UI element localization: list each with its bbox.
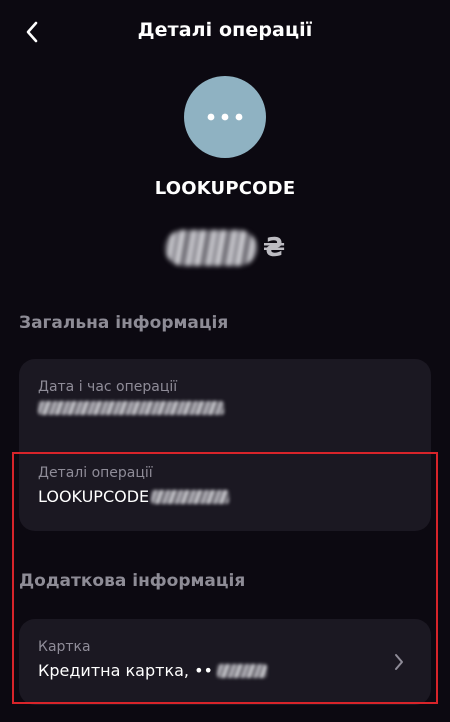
chevron-right-icon — [395, 654, 403, 670]
amount-row: ₴ — [0, 226, 450, 270]
date-field: Дата і час операції — [38, 379, 418, 415]
merchant-name: LOOKUPCODE — [154, 178, 296, 199]
merchant-avatar — [184, 76, 266, 158]
currency-sign: ₴ — [262, 233, 286, 263]
additional-info-heading: Додаткова інформація — [19, 571, 246, 591]
date-redacted — [38, 401, 224, 415]
transaction-details-screen: Деталі операції LOOKUPCODE ₴ Загальна ін… — [0, 0, 450, 722]
details-label: Деталі операції — [38, 465, 153, 481]
card-label: Картка — [38, 639, 91, 655]
page-title: Деталі операції — [137, 19, 313, 41]
date-label: Дата і час операції — [38, 379, 178, 395]
details-value: LOOKUPCODE — [38, 487, 418, 506]
amount-redacted — [164, 230, 257, 266]
details-value-text: LOOKUPCODE — [38, 487, 150, 506]
date-value — [38, 401, 418, 415]
general-info-card: Дата і час операції Деталі операції LOOK… — [19, 359, 431, 531]
card-number-redacted — [216, 663, 267, 678]
card-value: Кредитна картка, •• — [38, 661, 418, 680]
more-dots-icon — [207, 113, 243, 121]
card-open-button[interactable] — [389, 647, 409, 677]
card-row[interactable]: Картка Кредитна картка, •• — [19, 619, 431, 705]
details-field: Деталі операції LOOKUPCODE — [38, 465, 418, 506]
card-value-text: Кредитна картка, •• — [38, 661, 213, 680]
general-info-heading: Загальна інформація — [19, 313, 229, 333]
details-redacted — [151, 489, 230, 504]
card-field: Картка Кредитна картка, •• — [38, 639, 418, 680]
top-bar: Деталі операції — [0, 0, 450, 64]
